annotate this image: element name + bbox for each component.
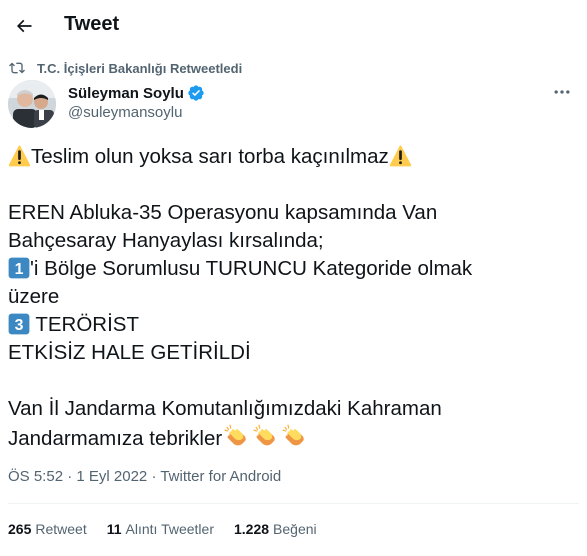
quote-tweets-stat[interactable]: 11 Alıntı Tweetler bbox=[107, 521, 214, 537]
author-handle[interactable]: @suleymansoylu bbox=[68, 104, 182, 121]
tweet-line-3: Bahçesaray Hanyaylası kırsalında; bbox=[8, 229, 324, 252]
retweet-icon bbox=[9, 62, 25, 74]
author-name[interactable]: Süleyman Soylu bbox=[68, 84, 205, 102]
quotes-label: Alıntı Tweetler bbox=[125, 521, 214, 537]
tweet-line: 3 TERÖRİST bbox=[8, 311, 578, 339]
clapping-hands-emoji-icon bbox=[282, 424, 304, 446]
keycap-1-label: 1 bbox=[15, 261, 24, 278]
tweet-line: Jandarmamıza tebrikler bbox=[8, 423, 578, 451]
keycap-3-emoji-icon: 3 bbox=[8, 313, 30, 335]
quotes-count: 11 bbox=[106, 521, 122, 537]
tweet-source[interactable]: Twitter for Android bbox=[160, 468, 281, 485]
clapping-hands-emoji-icon bbox=[224, 424, 246, 446]
tweet-text: Teslim olun yoksa sarı torba kaçınılmaz … bbox=[8, 143, 578, 451]
tweet-line-1: Teslim olun yoksa sarı torba kaçınılmaz bbox=[31, 145, 389, 168]
meta-separator: · bbox=[147, 468, 161, 485]
back-button[interactable] bbox=[6, 8, 42, 44]
tweet-line-8: Van İl Jandarma Komutanlığımızdaki Kahra… bbox=[8, 397, 442, 420]
engagement-stats: 265 Retweet 11 Alıntı Tweetler 1.228 Beğeni bbox=[8, 521, 337, 537]
tweet-meta: ÖS 5:52 · 1 Eyl 2022 · Twitter for Andro… bbox=[8, 468, 281, 485]
retweets-count: 265 bbox=[8, 521, 32, 537]
likes-stat[interactable]: 1.228 Beğeni bbox=[234, 521, 317, 537]
page-title: Tweet bbox=[64, 13, 120, 35]
warning-emoji-icon bbox=[389, 145, 411, 167]
tweet-line-9: Jandarmamıza tebrikler bbox=[8, 427, 223, 450]
verified-badge-icon bbox=[188, 85, 204, 101]
retweets-stat[interactable]: 265 Retweet bbox=[8, 521, 87, 537]
tweet-line-4: 'i Bölge Sorumlusu TURUNCU Kategoride ol… bbox=[30, 257, 473, 280]
author-name-text: Süleyman Soylu bbox=[68, 84, 184, 102]
tweet-line-2: EREN Abluka-35 Operasyonu kapsamında Van bbox=[8, 201, 438, 224]
more-icon bbox=[554, 90, 570, 94]
retweets-label: Retweet bbox=[35, 521, 87, 537]
retweeted-by-row[interactable]: T.C. İçişleri Bakanlığı Retweetledi bbox=[8, 60, 242, 76]
tweet-time[interactable]: ÖS 5:52 bbox=[8, 468, 63, 485]
top-bar: Tweet bbox=[0, 0, 587, 52]
warning-emoji-icon bbox=[8, 145, 31, 167]
clapping-hands-emoji-icon bbox=[253, 424, 275, 446]
more-options-button[interactable] bbox=[545, 82, 579, 102]
tweet-line: 1 'i Bölge Sorumlusu TURUNCU Kategoride … bbox=[8, 255, 578, 283]
likes-label: Beğeni bbox=[273, 521, 317, 537]
avatar-image bbox=[8, 80, 56, 128]
tweet-line: Teslim olun yoksa sarı torba kaçınılmaz bbox=[8, 143, 578, 171]
meta-separator: · bbox=[63, 468, 77, 485]
keycap-1-emoji-icon: 1 bbox=[8, 257, 30, 279]
tweet-line-6: TERÖRİST bbox=[30, 313, 139, 336]
tweet-line-7: ETKİSİZ HALE GETİRİLDİ bbox=[8, 341, 251, 364]
arrow-left-icon bbox=[16, 19, 32, 33]
likes-count: 1.228 bbox=[233, 521, 270, 537]
retweeted-by-label: T.C. İçişleri Bakanlığı Retweetledi bbox=[37, 60, 243, 76]
keycap-3-label: 3 bbox=[15, 317, 24, 334]
divider bbox=[8, 503, 579, 504]
tweet-date[interactable]: 1 Eyl 2022 bbox=[76, 468, 147, 485]
tweet-line-5: üzere bbox=[8, 285, 60, 308]
avatar[interactable] bbox=[8, 80, 56, 128]
